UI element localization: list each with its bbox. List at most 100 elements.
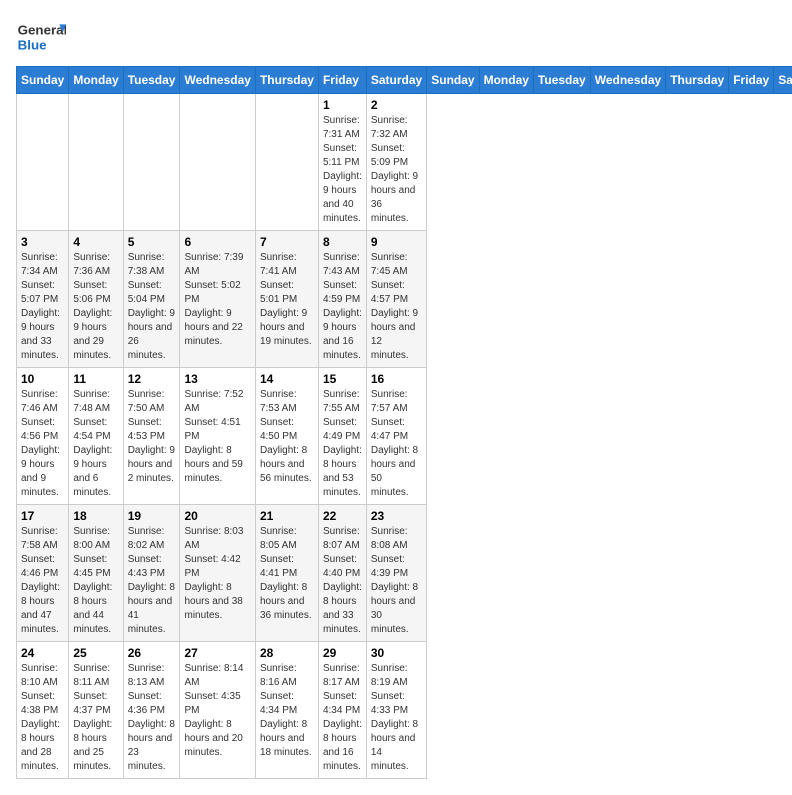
day-header: Monday: [479, 67, 533, 94]
day-number: 16: [371, 372, 422, 386]
day-info: Sunrise: 7:38 AM Sunset: 5:04 PM Dayligh…: [128, 251, 176, 363]
day-number: 5: [128, 235, 176, 249]
day-info: Sunrise: 7:52 AM Sunset: 4:51 PM Dayligh…: [184, 388, 250, 486]
day-info: Sunrise: 7:50 AM Sunset: 4:53 PM Dayligh…: [128, 388, 176, 486]
calendar-cell: 25Sunrise: 8:11 AM Sunset: 4:37 PM Dayli…: [69, 642, 123, 779]
day-header-tuesday: Tuesday: [123, 67, 180, 94]
day-info: Sunrise: 8:08 AM Sunset: 4:39 PM Dayligh…: [371, 525, 422, 637]
day-number: 10: [21, 372, 64, 386]
day-header-sunday: Sunday: [17, 67, 69, 94]
day-header: Wednesday: [590, 67, 665, 94]
calendar-table: SundayMondayTuesdayWednesdayThursdayFrid…: [16, 66, 792, 779]
day-info: Sunrise: 7:36 AM Sunset: 5:06 PM Dayligh…: [73, 251, 118, 363]
calendar-cell: 15 Sunrise: 7:55 AM Sunset: 4:49 PM Dayli…: [318, 368, 366, 505]
calendar-cell: [255, 94, 318, 231]
calendar-cell: 2 Sunrise: 7:32 AM Sunset: 5:09 PM Daylig…: [366, 94, 426, 231]
calendar-cell: 30Sunrise: 8:19 AM Sunset: 4:33 PM Dayli…: [366, 642, 426, 779]
day-info: Sunrise: 7:48 AM Sunset: 4:54 PM Dayligh…: [73, 388, 118, 500]
day-info: Sunrise: 8:02 AM Sunset: 4:43 PM Dayligh…: [128, 525, 176, 637]
calendar-cell: [123, 94, 180, 231]
day-number: 11: [73, 372, 118, 386]
calendar-cell: 1Sunrise: 7:31 AM Sunset: 5:11 PM Daylig…: [318, 94, 366, 231]
day-number: 20: [184, 509, 250, 523]
header: General Blue: [16, 16, 776, 56]
calendar-cell: 6 Sunrise: 7:39 AM Sunset: 5:02 PM Daylig…: [180, 231, 255, 368]
calendar-cell: 4 Sunrise: 7:36 AM Sunset: 5:06 PM Daylig…: [69, 231, 123, 368]
day-info: Sunrise: 8:19 AM Sunset: 4:33 PM Dayligh…: [371, 662, 422, 774]
day-number: 23: [371, 509, 422, 523]
calendar-cell: 23 Sunrise: 8:08 AM Sunset: 4:39 PM Dayli…: [366, 505, 426, 642]
calendar-cell: [17, 94, 69, 231]
day-info: Sunrise: 7:34 AM Sunset: 5:07 PM Dayligh…: [21, 251, 64, 363]
day-header: Friday: [729, 67, 774, 94]
calendar-cell: 5 Sunrise: 7:38 AM Sunset: 5:04 PM Daylig…: [123, 231, 180, 368]
day-info: Sunrise: 8:14 AM Sunset: 4:35 PM Dayligh…: [184, 662, 250, 760]
calendar-cell: 9Sunrise: 7:45 AM Sunset: 4:57 PM Daylig…: [366, 231, 426, 368]
day-header-friday: Friday: [318, 67, 366, 94]
calendar-cell: [180, 94, 255, 231]
day-info: Sunrise: 8:11 AM Sunset: 4:37 PM Dayligh…: [73, 662, 118, 774]
calendar-cell: 3 Sunrise: 7:34 AM Sunset: 5:07 PM Daylig…: [17, 231, 69, 368]
day-number: 29: [323, 646, 362, 660]
svg-text:General: General: [18, 22, 66, 37]
day-number: 13: [184, 372, 250, 386]
day-number: 4: [73, 235, 118, 249]
day-info: Sunrise: 7:55 AM Sunset: 4:49 PM Dayligh…: [323, 388, 362, 500]
day-header-saturday: Saturday: [366, 67, 426, 94]
calendar-header-row: SundayMondayTuesdayWednesdayThursdayFrid…: [17, 67, 792, 94]
day-number: 15: [323, 372, 362, 386]
calendar-cell: 16Sunrise: 7:57 AM Sunset: 4:47 PM Dayli…: [366, 368, 426, 505]
day-info: Sunrise: 7:46 AM Sunset: 4:56 PM Dayligh…: [21, 388, 64, 500]
day-header-wednesday: Wednesday: [180, 67, 255, 94]
calendar-cell: 17Sunrise: 7:58 AM Sunset: 4:46 PM Dayli…: [17, 505, 69, 642]
calendar-cell: 26Sunrise: 8:13 AM Sunset: 4:36 PM Dayli…: [123, 642, 180, 779]
day-info: Sunrise: 7:41 AM Sunset: 5:01 PM Dayligh…: [260, 251, 314, 349]
day-info: Sunrise: 8:17 AM Sunset: 4:34 PM Dayligh…: [323, 662, 362, 774]
calendar-cell: 11 Sunrise: 7:48 AM Sunset: 4:54 PM Dayli…: [69, 368, 123, 505]
logo-icon: General Blue: [16, 16, 66, 56]
day-info: Sunrise: 7:43 AM Sunset: 4:59 PM Dayligh…: [323, 251, 362, 363]
calendar-week-3: 17Sunrise: 7:58 AM Sunset: 4:46 PM Dayli…: [17, 505, 792, 642]
day-header: Thursday: [666, 67, 729, 94]
day-number: 14: [260, 372, 314, 386]
day-info: Sunrise: 7:31 AM Sunset: 5:11 PM Dayligh…: [323, 114, 362, 226]
calendar-week-1: 3 Sunrise: 7:34 AM Sunset: 5:07 PM Daylig…: [17, 231, 792, 368]
day-info: Sunrise: 7:58 AM Sunset: 4:46 PM Dayligh…: [21, 525, 64, 637]
day-number: 8: [323, 235, 362, 249]
calendar-cell: 21 Sunrise: 8:05 AM Sunset: 4:41 PM Dayli…: [255, 505, 318, 642]
day-info: Sunrise: 7:45 AM Sunset: 4:57 PM Dayligh…: [371, 251, 422, 363]
day-info: Sunrise: 7:39 AM Sunset: 5:02 PM Dayligh…: [184, 251, 250, 349]
day-number: 3: [21, 235, 64, 249]
day-info: Sunrise: 8:07 AM Sunset: 4:40 PM Dayligh…: [323, 525, 362, 637]
day-number: 24: [21, 646, 64, 660]
day-number: 12: [128, 372, 176, 386]
day-number: 2: [371, 98, 422, 112]
day-info: Sunrise: 8:03 AM Sunset: 4:42 PM Dayligh…: [184, 525, 250, 623]
day-number: 21: [260, 509, 314, 523]
calendar-cell: 27Sunrise: 8:14 AM Sunset: 4:35 PM Dayli…: [180, 642, 255, 779]
calendar-cell: 7 Sunrise: 7:41 AM Sunset: 5:01 PM Daylig…: [255, 231, 318, 368]
calendar-cell: 8 Sunrise: 7:43 AM Sunset: 4:59 PM Daylig…: [318, 231, 366, 368]
day-header-monday: Monday: [69, 67, 123, 94]
logo: General Blue: [16, 16, 66, 56]
calendar-cell: 14 Sunrise: 7:53 AM Sunset: 4:50 PM Dayli…: [255, 368, 318, 505]
day-info: Sunrise: 7:32 AM Sunset: 5:09 PM Dayligh…: [371, 114, 422, 226]
day-info: Sunrise: 7:53 AM Sunset: 4:50 PM Dayligh…: [260, 388, 314, 486]
day-number: 7: [260, 235, 314, 249]
day-number: 6: [184, 235, 250, 249]
day-number: 18: [73, 509, 118, 523]
day-header: Tuesday: [533, 67, 590, 94]
calendar-cell: 12 Sunrise: 7:50 AM Sunset: 4:53 PM Dayli…: [123, 368, 180, 505]
day-number: 22: [323, 509, 362, 523]
day-header-thursday: Thursday: [255, 67, 318, 94]
calendar-cell: 18 Sunrise: 8:00 AM Sunset: 4:45 PM Dayli…: [69, 505, 123, 642]
day-header: Saturday: [774, 67, 792, 94]
calendar-cell: 13 Sunrise: 7:52 AM Sunset: 4:51 PM Dayli…: [180, 368, 255, 505]
day-info: Sunrise: 8:00 AM Sunset: 4:45 PM Dayligh…: [73, 525, 118, 637]
calendar-week-4: 24Sunrise: 8:10 AM Sunset: 4:38 PM Dayli…: [17, 642, 792, 779]
calendar-cell: 29 Sunrise: 8:17 AM Sunset: 4:34 PM Dayli…: [318, 642, 366, 779]
day-number: 28: [260, 646, 314, 660]
day-number: 19: [128, 509, 176, 523]
day-info: Sunrise: 8:05 AM Sunset: 4:41 PM Dayligh…: [260, 525, 314, 623]
calendar-cell: 10 Sunrise: 7:46 AM Sunset: 4:56 PM Dayli…: [17, 368, 69, 505]
